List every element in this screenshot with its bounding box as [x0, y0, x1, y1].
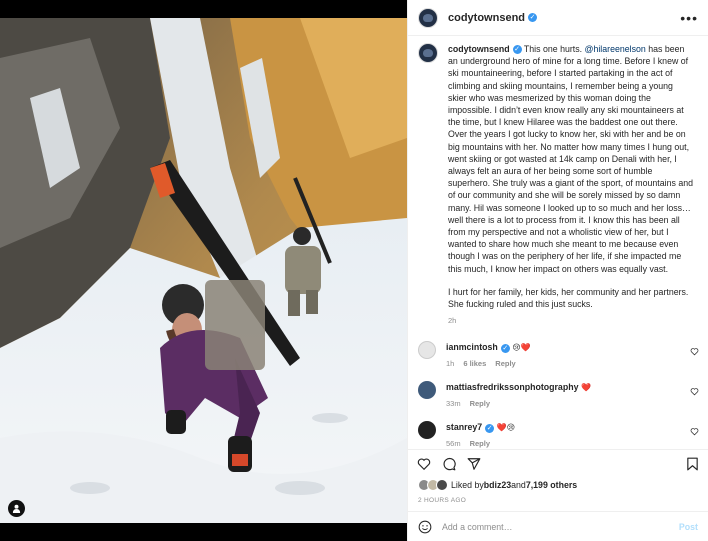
liked-by-user[interactable]: bdiz23	[484, 480, 511, 490]
comment-username[interactable]: mattiasfredriksson​photography	[446, 382, 578, 392]
user-tag-button[interactable]	[8, 500, 25, 517]
add-comment-bar: Post	[408, 511, 708, 541]
author-username[interactable]: codytownsend	[448, 12, 525, 24]
liker-avatars	[418, 479, 448, 491]
save-icon[interactable]	[686, 457, 699, 471]
comment-text: ❤️	[578, 383, 591, 393]
reply-button[interactable]: Reply	[470, 399, 490, 408]
verified-icon: ✓	[485, 423, 495, 433]
emoji-icon[interactable]	[418, 520, 432, 534]
post-date: 2 HOURS AGO	[418, 497, 467, 504]
comment-avatar[interactable]	[418, 421, 436, 440]
more-icon: •••	[680, 9, 698, 26]
verified-icon: ✓	[500, 343, 510, 353]
comment-body: stanrey7 ✓ ❤️😢 56m Reply	[446, 421, 515, 449]
comment-username[interactable]: ianmcintosh	[446, 342, 498, 352]
liked-by-and: and	[511, 480, 526, 490]
post-sidebar: codytownsend ✓ ••• codytownsend ✓ This on…	[407, 0, 708, 541]
caption-body-text: has been an underground hero of mine for…	[448, 44, 693, 274]
comment-icon[interactable]	[442, 457, 456, 471]
comment-item: mattiasfredriksson​photography ❤️ 33m Rep…	[408, 381, 708, 410]
user-tag-icon	[12, 504, 21, 513]
caption-intro: This one hurts.	[521, 44, 585, 54]
caption-time: 2h	[448, 316, 457, 326]
caption: codytownsend ✓ This one hurts. @hilareene…	[408, 36, 708, 327]
heart-icon[interactable]	[690, 387, 699, 396]
comment-item: ianmcintosh ✓ 😢❤️ 1h 6 likes Reply	[408, 341, 708, 370]
comment-text: 😢❤️	[509, 343, 531, 353]
comment-text: ❤️😢	[494, 423, 516, 433]
comment-avatar[interactable]	[418, 381, 436, 400]
comment-input[interactable]	[442, 521, 679, 532]
author-avatar[interactable]	[418, 7, 438, 28]
post-photo[interactable]	[0, 0, 407, 541]
post-comment-button[interactable]: Post	[679, 522, 698, 532]
caption-avatar[interactable]	[418, 43, 438, 63]
comment-meta: 1h 6 likes Reply	[446, 358, 531, 370]
reply-button[interactable]: Reply	[495, 359, 515, 368]
comment-meta: 33m Reply	[446, 398, 591, 410]
comment-meta: 56m Reply	[446, 438, 515, 449]
heart-icon[interactable]	[690, 427, 699, 436]
comment-avatar[interactable]	[418, 341, 436, 360]
liked-by: Liked by bdiz23 and 7,199 others	[408, 477, 708, 493]
caption-mention-link[interactable]: @hilareenelson	[585, 44, 646, 54]
comment-body: mattiasfredriksson​photography ❤️ 33m Rep…	[446, 381, 591, 410]
caption-paragraph-2: I hurt for her family, her kids, her com…	[448, 286, 689, 310]
reply-button[interactable]: Reply	[470, 439, 490, 448]
post-header: codytownsend ✓ •••	[408, 0, 708, 36]
heart-icon[interactable]	[417, 457, 431, 471]
liked-by-prefix: Liked by	[451, 480, 484, 490]
comment-time: 1h	[446, 359, 455, 369]
comment-time: 33m	[446, 399, 461, 409]
caption-username[interactable]: codytownsend	[448, 44, 510, 54]
heart-icon[interactable]	[690, 347, 699, 356]
photo-illustration	[0, 18, 407, 523]
share-icon[interactable]	[467, 457, 481, 471]
more-options-button[interactable]: •••	[680, 10, 698, 26]
comments-scroll-area[interactable]: codytownsend ✓ This one hurts. @hilareene…	[408, 36, 708, 449]
comment-time: 56m	[446, 439, 461, 449]
action-bar	[408, 449, 708, 477]
post-modal: codytownsend ✓ ••• codytownsend ✓ This on…	[0, 0, 708, 541]
comment-username[interactable]: stanrey7	[446, 422, 482, 432]
likes-count[interactable]: 7,199 others	[526, 480, 577, 490]
verified-icon: ✓	[512, 45, 522, 55]
comment-item: stanrey7 ✓ ❤️😢 56m Reply	[408, 421, 708, 449]
comment-likes[interactable]: 6 likes	[463, 359, 486, 368]
caption-text: codytownsend ✓ This one hurts. @hilareene…	[448, 43, 693, 327]
comment-body: ianmcintosh ✓ 😢❤️ 1h 6 likes Reply	[446, 341, 531, 370]
verified-icon: ✓	[528, 13, 538, 22]
